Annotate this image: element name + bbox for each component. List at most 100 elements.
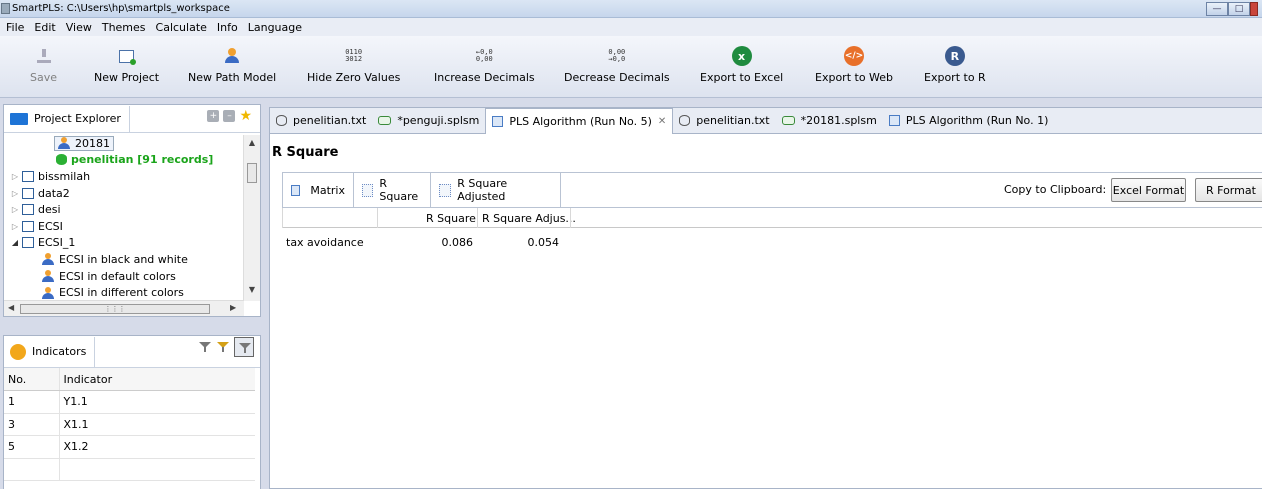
scroll-thumb[interactable]: ⋮⋮⋮ bbox=[20, 304, 210, 314]
indicator-name: X1.1 bbox=[59, 413, 255, 436]
table-row[interactable]: tax avoidance 0.086 0.054 bbox=[282, 228, 1262, 252]
project-explorer-tab[interactable]: Project Explorer bbox=[4, 105, 130, 132]
excel-format-button[interactable]: Excel Format bbox=[1111, 178, 1186, 202]
menu-language[interactable]: Language bbox=[244, 21, 308, 34]
hide-zero-icon: 0110 3012 bbox=[345, 48, 363, 63]
scroll-up-icon[interactable]: ▲ bbox=[244, 138, 260, 147]
tree-item-20181[interactable]: 20181 bbox=[4, 135, 244, 152]
filter-icon[interactable] bbox=[198, 340, 212, 354]
tree-vertical-scrollbar[interactable]: ▲ ▼ bbox=[243, 135, 260, 301]
tab-pls-algorithm-run-5[interactable]: PLS Algorithm (Run No. 5) ✕ bbox=[485, 108, 674, 134]
report-title: R Square bbox=[272, 145, 339, 160]
menu-info[interactable]: Info bbox=[213, 21, 244, 34]
save-icon bbox=[36, 49, 51, 63]
subtab-matrix[interactable]: Matrix bbox=[283, 173, 354, 207]
tab-penelitian-txt-2[interactable]: penelitian.txt bbox=[673, 108, 775, 133]
r-icon: R bbox=[944, 46, 965, 66]
menu-file[interactable]: File bbox=[2, 21, 30, 34]
tree-item-bissmilah[interactable]: ▷ bissmilah bbox=[4, 168, 244, 185]
star-icon[interactable]: ★ bbox=[239, 109, 252, 123]
project-tree: 20181 penelitian [91 records] ▷ bissmila… bbox=[4, 135, 244, 301]
expand-icon[interactable]: ▷ bbox=[10, 222, 20, 231]
expand-icon[interactable]: ▷ bbox=[10, 189, 20, 198]
maximize-button[interactable]: □ bbox=[1228, 2, 1250, 16]
tree-item-data2[interactable]: ▷ data2 bbox=[4, 185, 244, 202]
expand-all-icon[interactable]: + bbox=[207, 110, 220, 122]
subtab-r-square-adjusted[interactable]: R Square Adjusted bbox=[431, 173, 561, 207]
export-web-button[interactable]: </> Export to Web bbox=[815, 46, 893, 84]
indicators-tab[interactable]: Indicators bbox=[4, 336, 96, 367]
table-icon bbox=[888, 115, 900, 126]
toolbar: Save New Project New Path Model 0110 301… bbox=[0, 36, 1262, 98]
expand-icon[interactable]: ▷ bbox=[10, 205, 20, 214]
project-explorer-panel: Project Explorer + – ★ 20181 penelitian … bbox=[3, 104, 261, 317]
new-path-model-button[interactable]: New Path Model bbox=[188, 46, 276, 84]
collapse-icon[interactable]: ◢ bbox=[10, 238, 20, 247]
tree-horizontal-scrollbar[interactable]: ◀ ⋮⋮⋮ ▶ bbox=[4, 300, 244, 316]
row-label: tax avoidance bbox=[286, 236, 364, 249]
matrix-icon bbox=[291, 184, 301, 196]
menu-view[interactable]: View bbox=[62, 21, 98, 34]
path-model-icon bbox=[42, 253, 54, 266]
minimize-button[interactable]: — bbox=[1206, 2, 1228, 16]
window-title: SmartPLS: C:\Users\hp\smartpls_workspace bbox=[12, 3, 230, 14]
column-header-no[interactable]: No. bbox=[4, 368, 60, 391]
filter-active-icon[interactable] bbox=[234, 337, 254, 357]
tree-item-desi[interactable]: ▷ desi bbox=[4, 201, 244, 218]
tab-20181-splsm[interactable]: *20181.splsm bbox=[776, 108, 883, 133]
tree-item-penelitian[interactable]: penelitian [91 records] bbox=[4, 152, 244, 169]
export-r-button[interactable]: R Export to R bbox=[924, 46, 986, 84]
new-project-button[interactable]: New Project bbox=[94, 46, 159, 84]
tab-penguji-splsm[interactable]: *penguji.splsm bbox=[372, 108, 485, 133]
menu-calculate[interactable]: Calculate bbox=[152, 21, 213, 34]
new-project-icon bbox=[119, 49, 137, 65]
table-header-row: No. Indicator bbox=[4, 368, 255, 391]
export-excel-button[interactable]: x Export to Excel bbox=[700, 46, 783, 84]
tree-item-ecsi-different[interactable]: ECSI in different colors bbox=[4, 284, 244, 301]
indicator-name: Y1.1 bbox=[59, 390, 255, 414]
tree-item-ecsi-1[interactable]: ◢ ECSI_1 bbox=[4, 235, 244, 252]
column-header-indicator[interactable]: Indicator bbox=[59, 368, 255, 391]
scroll-thumb[interactable] bbox=[247, 163, 257, 183]
table-row[interactable]: 1 Y1.1 bbox=[4, 390, 255, 414]
collapse-all-icon[interactable]: – bbox=[223, 110, 236, 122]
tab-penelitian-txt[interactable]: penelitian.txt bbox=[270, 108, 372, 133]
close-tab-icon[interactable]: ✕ bbox=[658, 116, 666, 127]
model-icon bbox=[378, 116, 392, 125]
subtab-r-square[interactable]: R Square bbox=[354, 173, 431, 207]
decrease-decimals-button[interactable]: 0,00 →0,0 Decrease Decimals bbox=[564, 46, 670, 85]
database-icon bbox=[276, 115, 287, 126]
close-button[interactable] bbox=[1250, 2, 1258, 16]
indicator-filters bbox=[198, 337, 254, 357]
hide-zero-values-button[interactable]: 0110 3012 Hide Zero Values bbox=[307, 46, 400, 85]
menu-themes[interactable]: Themes bbox=[98, 21, 152, 34]
project-icon bbox=[22, 170, 34, 182]
filter-yellow-icon[interactable] bbox=[216, 340, 230, 354]
scroll-left-icon[interactable]: ◀ bbox=[8, 303, 14, 312]
scroll-right-icon[interactable]: ▶ bbox=[230, 303, 236, 312]
tree-item-ecsi-bw[interactable]: ECSI in black and white bbox=[4, 251, 244, 268]
column-header-r-square[interactable]: R Square bbox=[426, 212, 476, 225]
dataset-icon bbox=[56, 154, 67, 166]
table-row[interactable]: 5 X1.2 bbox=[4, 435, 255, 459]
results-grid: R Square R Square Adjus... tax avoidance… bbox=[282, 208, 1262, 252]
indicator-name: X1.2 bbox=[59, 435, 255, 459]
scroll-down-icon[interactable]: ▼ bbox=[244, 285, 260, 294]
save-button[interactable]: Save bbox=[30, 46, 57, 84]
expand-icon[interactable]: ▷ bbox=[10, 172, 20, 181]
tree-item-ecsi-default[interactable]: ECSI in default colors bbox=[4, 268, 244, 285]
tab-pls-algorithm-run-1[interactable]: PLS Algorithm (Run No. 1) bbox=[883, 108, 1055, 133]
r-square-value: 0.086 bbox=[441, 236, 474, 249]
menu-edit[interactable]: Edit bbox=[30, 21, 61, 34]
increase-decimals-button[interactable]: ←0,0 0,00 Increase Decimals bbox=[434, 46, 535, 85]
r-format-button[interactable]: R Format bbox=[1195, 178, 1262, 202]
menu-bar: File Edit View Themes Calculate Info Lan… bbox=[0, 18, 1262, 36]
grid-header: R Square R Square Adjus... bbox=[282, 208, 1262, 228]
column-header-r-square-adjusted[interactable]: R Square Adjus... bbox=[482, 212, 576, 225]
tree-item-ecsi[interactable]: ▷ ECSI bbox=[4, 218, 244, 235]
web-code-icon: </> bbox=[844, 46, 865, 66]
table-row[interactable]: 3 X1.1 bbox=[4, 413, 255, 436]
path-model-icon bbox=[42, 286, 54, 299]
indicators-icon bbox=[10, 343, 26, 360]
editor-area: penelitian.txt *penguji.splsm PLS Algori… bbox=[269, 107, 1262, 489]
